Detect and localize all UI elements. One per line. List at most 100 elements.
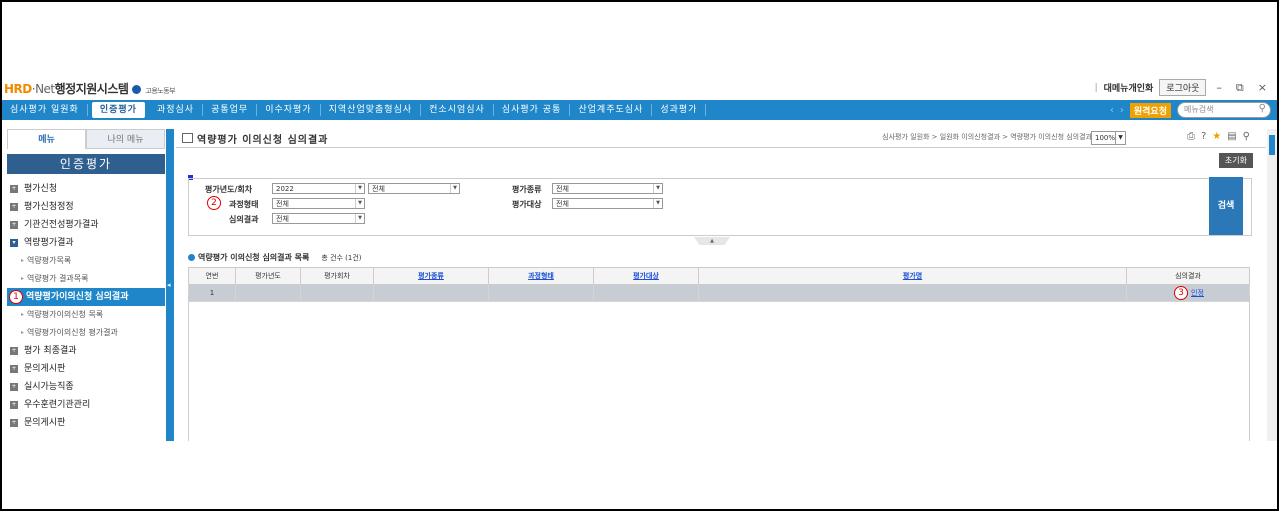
sidebar-item-label: 문의게시판 [24,418,66,428]
nav-item-review-common[interactable]: 심사평가 공통 [494,104,571,116]
logout-button[interactable]: 로그아웃 [1159,79,1207,96]
search-button[interactable]: 검색 [1209,177,1243,235]
eval-target-value: 전체 [556,200,569,208]
reset-button[interactable]: 초기화 [1218,153,1253,168]
print-icon[interactable]: ⎙ [1187,131,1195,142]
sidebar-item-excellent-institution[interactable]: + 우수훈련기관관리 [7,396,165,414]
remote-request-button[interactable]: 원격요청 [1129,102,1171,118]
top-navigation: 심사평가 일원화 인증평가 과정심사 공통업무 이수자평가 지역산업맞춤형심사 … [2,100,1277,120]
col-eval-type[interactable]: 평가종류 [373,267,489,285]
course-type-select[interactable]: 전체 ▼ [272,198,365,209]
sidebar-item-final-result[interactable]: + 평가 최종결과 [7,342,165,360]
col-eval-target[interactable]: 평가대상 [593,267,699,285]
sidebar-item-eval-apply-correction[interactable]: + 평가신청정정 [7,198,165,216]
nav-item-completer-eval[interactable]: 이수자평가 [257,104,321,116]
sidebar-subitem-competency-result-list[interactable]: ▸ 역량평가 결과목록 [7,270,165,288]
chevron-down-icon: ▼ [653,184,662,193]
chevron-down-icon: ▼ [355,199,364,208]
round-select[interactable]: 전체 ▼ [368,183,460,194]
page-tools: ⎙ ? ★ ▤ ⚲ [1187,131,1250,142]
sidebar: 메뉴 나의 메뉴 인증평가 + 평가신청 + 평가신청정정 + 기관건전성평가결과 ▾… [7,129,165,441]
sidebar-subitem-appeal-list[interactable]: ▸ 역량평가이의신청 목록 [7,306,165,324]
col-review-result: 심의결과 [1126,267,1250,285]
app-window: HRD·Net행정지원시스템 고용노동부 | 대메뉴개인화 로그아웃 – ⧉ × … [2,77,1277,441]
chevron-down-icon: ▼ [355,214,364,223]
nav-item-consortium-review[interactable]: 컨소시엄심사 [421,104,494,116]
sidebar-item-eval-apply[interactable]: + 평가신청 [7,180,165,198]
eval-target-select[interactable]: 전체 ▼ [552,198,663,209]
close-icon[interactable]: × [1254,81,1271,94]
minus-box-icon: ▾ [10,239,18,247]
menu-search-placeholder: 메뉴검색 [1184,105,1214,114]
nav-next-icon[interactable]: › [1120,105,1124,116]
sidebar-subitem-appeal-eval-result[interactable]: ▸ 역량평가이의신청 평가결과 [7,324,165,342]
year-select[interactable]: 2022 ▼ [272,183,365,194]
vertical-scrollbar[interactable] [1267,129,1277,441]
sidebar-item-inquiry-board[interactable]: + 문의게시판 [7,360,165,378]
collapse-filter-toggle[interactable]: ▲ [694,237,730,245]
review-result-select[interactable]: 전체 ▼ [272,213,365,224]
nav-prev-icon[interactable]: ‹ [1110,105,1114,116]
sidebar-item-label: 역량평가결과 [24,238,74,248]
sidebar-subitem-competency-list[interactable]: ▸ 역량평가목록 [7,252,165,270]
nav-item-performance-eval[interactable]: 성과평가 [652,104,707,116]
tab-my-menu[interactable]: 나의 메뉴 [86,129,165,149]
plus-box-icon: + [10,221,18,229]
plus-box-icon: + [10,383,18,391]
menu-search-input[interactable]: 메뉴검색 ⚲ [1177,102,1271,118]
sidebar-header: 인증평가 [7,154,165,174]
nav-right-controls: ‹ › 원격요청 메뉴검색 ⚲ [1110,102,1271,118]
ministry-logo-icon [132,85,142,94]
plus-box-icon: + [10,401,18,409]
sidebar-item-competency-result[interactable]: ▾ 역량평가결과 [7,234,165,252]
sidebar-item-label: 실시가능직종 [24,382,74,392]
col-course-type[interactable]: 과정형태 [488,267,594,285]
menu-customize-link[interactable]: 대메뉴개인화 [1104,81,1154,94]
nav-item-regional-review[interactable]: 지역산업맞춤형심사 [321,104,422,116]
list-header: 역량평가 이의신청 심의결과 목록 총 건수 (1건) [188,252,362,263]
search-icon[interactable]: ⚲ [1259,102,1266,116]
nav-item-review-integration[interactable]: 심사평가 일원화 [2,104,88,116]
restore-icon[interactable]: ⧉ [1232,81,1248,95]
hrd-net-logo: HRD·Net행정지원시스템 고용노동부 [4,80,176,97]
plus-box-icon: + [10,365,18,373]
review-result-value: 전체 [276,215,289,223]
sidebar-subitem-appeal-review-result[interactable]: 1 역량평가이의신청 심의결과 [7,288,165,306]
sidebar-item-inquiry-board-2[interactable]: + 문의게시판 [7,414,165,432]
bullet-icon: ▸ [21,311,25,318]
sidebar-item-label: 기관건전성평가결과 [24,220,99,230]
sidebar-collapse-handle[interactable]: ◂ [166,129,174,441]
clipboard-icon[interactable]: ▤ [1227,131,1236,142]
help-icon[interactable]: ? [1201,131,1206,142]
nav-item-industry-review[interactable]: 산업계주도심사 [570,104,653,116]
nav-item-course-review[interactable]: 과정심사 [149,104,204,116]
search-filter-panel: 평가년도/회차 2022 ▼ 전체 ▼ 2 과정형태 전체 ▼ 심의결과 전체 ▼ 평가… [188,177,1252,236]
col-eval-name[interactable]: 평가명 [698,267,1127,285]
search-icon[interactable]: ⚲ [1243,131,1250,142]
sidebar-item-institution-soundness[interactable]: + 기관건전성평가결과 [7,216,165,234]
zoom-value: 100% [1095,134,1116,142]
nav-item-common-work[interactable]: 공통업무 [203,104,258,116]
list-title: 역량평가 이의신청 심의결과 목록 [198,253,310,262]
nav-item-certification[interactable]: 인증평가 [91,102,145,118]
star-icon[interactable]: ★ [1212,131,1221,142]
sidebar-tabs: 메뉴 나의 메뉴 [7,129,165,149]
sidebar-item-label: 역량평가이의신청 평가결과 [27,328,118,337]
plus-box-icon: + [10,203,18,211]
sidebar-item-label: 역량평가목록 [27,256,72,265]
page-title: 역량평가 이의신청 심의결과 [197,134,329,146]
sidebar-item-available-jobs[interactable]: + 실시가능직종 [7,378,165,396]
separator: | [1094,82,1098,93]
sidebar-item-label: 역량평가이의신청 목록 [27,310,104,319]
zoom-select[interactable]: 100% ▼ [1091,131,1126,145]
tab-menu[interactable]: 메뉴 [7,129,86,149]
eval-type-value: 전체 [556,185,569,193]
minimize-icon[interactable]: – [1212,81,1226,94]
eval-type-select[interactable]: 전체 ▼ [552,183,663,194]
title-bar-controls: | 대메뉴개인화 로그아웃 – ⧉ × [1095,79,1271,96]
sidebar-item-label: 역량평가이의신청 심의결과 [26,292,129,302]
sidebar-item-label: 평가신청정정 [24,202,74,212]
scrollbar-thumb[interactable] [1269,135,1275,155]
logo-system-name: 행정지원시스템 [54,82,129,96]
sidebar-item-label: 역량평가 결과목록 [27,274,89,283]
